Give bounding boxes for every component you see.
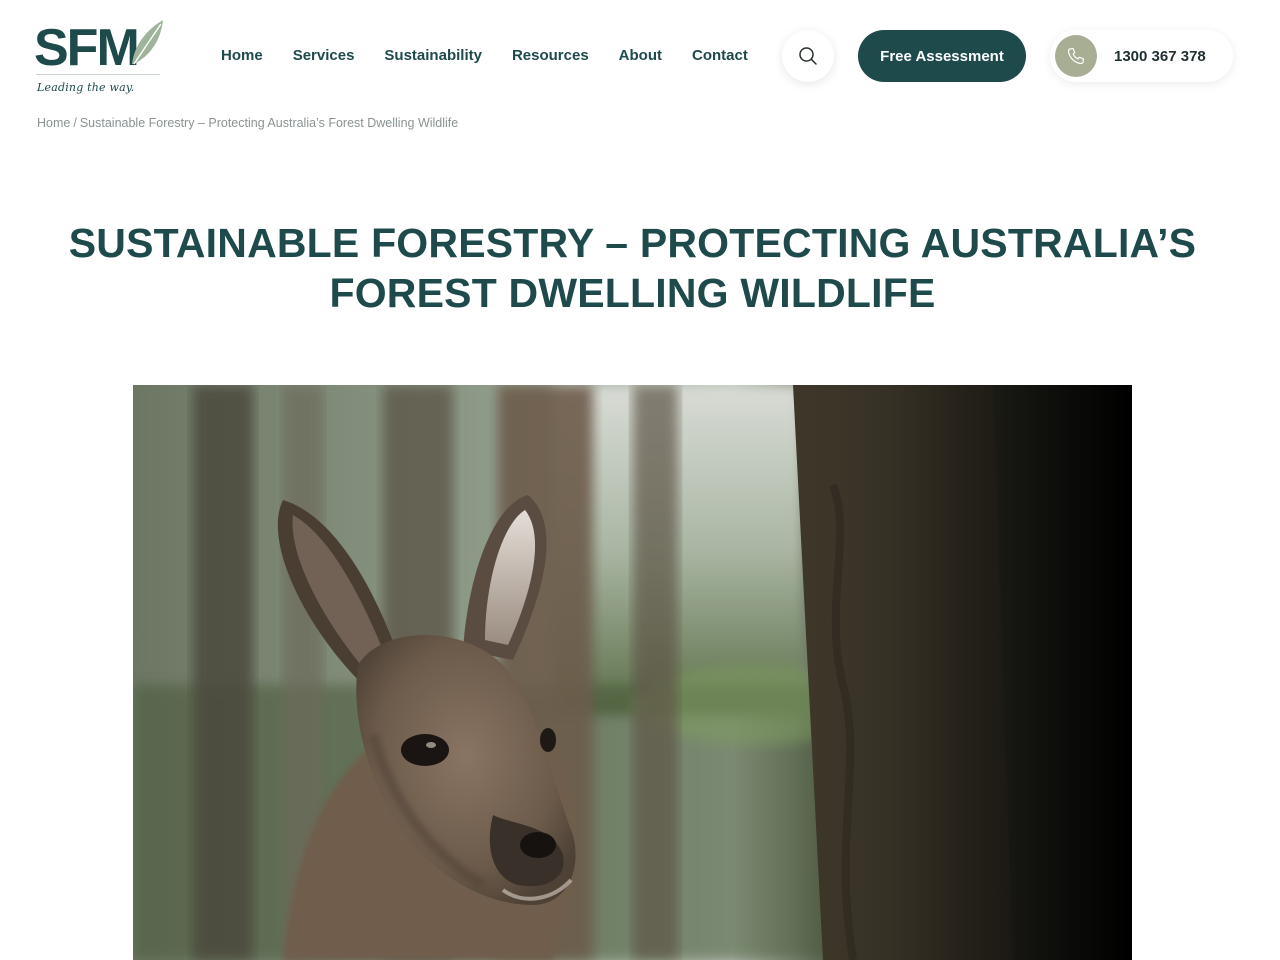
breadcrumb: Home / Sustainable Forestry – Protecting A… bbox=[37, 116, 458, 130]
nav-item-contact[interactable]: Contact bbox=[677, 40, 763, 72]
logo-divider bbox=[36, 74, 160, 75]
free-assessment-button[interactable]: Free Assessment bbox=[858, 30, 1026, 82]
breadcrumb-current: Sustainable Forestry – Protecting Austra… bbox=[79, 116, 459, 130]
search-button[interactable] bbox=[782, 30, 834, 82]
logo-tagline: Leading the way. bbox=[37, 81, 135, 94]
sfm-logo-mark: SFM bbox=[34, 19, 163, 74]
main-nav: Home Services Sustainability Resources A… bbox=[206, 40, 763, 72]
page: SFM Leading the way. Home Services Susta… bbox=[0, 0, 1265, 960]
search-icon bbox=[799, 47, 817, 65]
site-header: SFM Leading the way. Home Services Susta… bbox=[0, 0, 1265, 110]
phone-icon bbox=[1067, 47, 1085, 65]
breadcrumb-separator: / bbox=[73, 116, 77, 130]
site-logo[interactable]: SFM Leading the way. bbox=[34, 18, 166, 98]
phone-icon-badge bbox=[1055, 35, 1097, 77]
phone-number: 1300 367 378 bbox=[1114, 47, 1206, 65]
nav-item-services[interactable]: Services bbox=[278, 40, 370, 72]
nav-item-sustainability[interactable]: Sustainability bbox=[369, 40, 497, 72]
page-title: SUSTAINABLE FORESTRY – PROTECTING AUSTRA… bbox=[68, 220, 1197, 316]
breadcrumb-home-link[interactable]: Home bbox=[37, 116, 70, 130]
nav-item-home[interactable]: Home bbox=[206, 40, 278, 72]
kangaroo-photo bbox=[133, 385, 1132, 960]
nav-item-resources[interactable]: Resources bbox=[497, 40, 604, 72]
nav-item-about[interactable]: About bbox=[604, 40, 677, 72]
phone-link[interactable]: 1300 367 378 bbox=[1050, 30, 1233, 82]
hero-image bbox=[133, 385, 1132, 960]
svg-text:SFM: SFM bbox=[34, 19, 138, 74]
